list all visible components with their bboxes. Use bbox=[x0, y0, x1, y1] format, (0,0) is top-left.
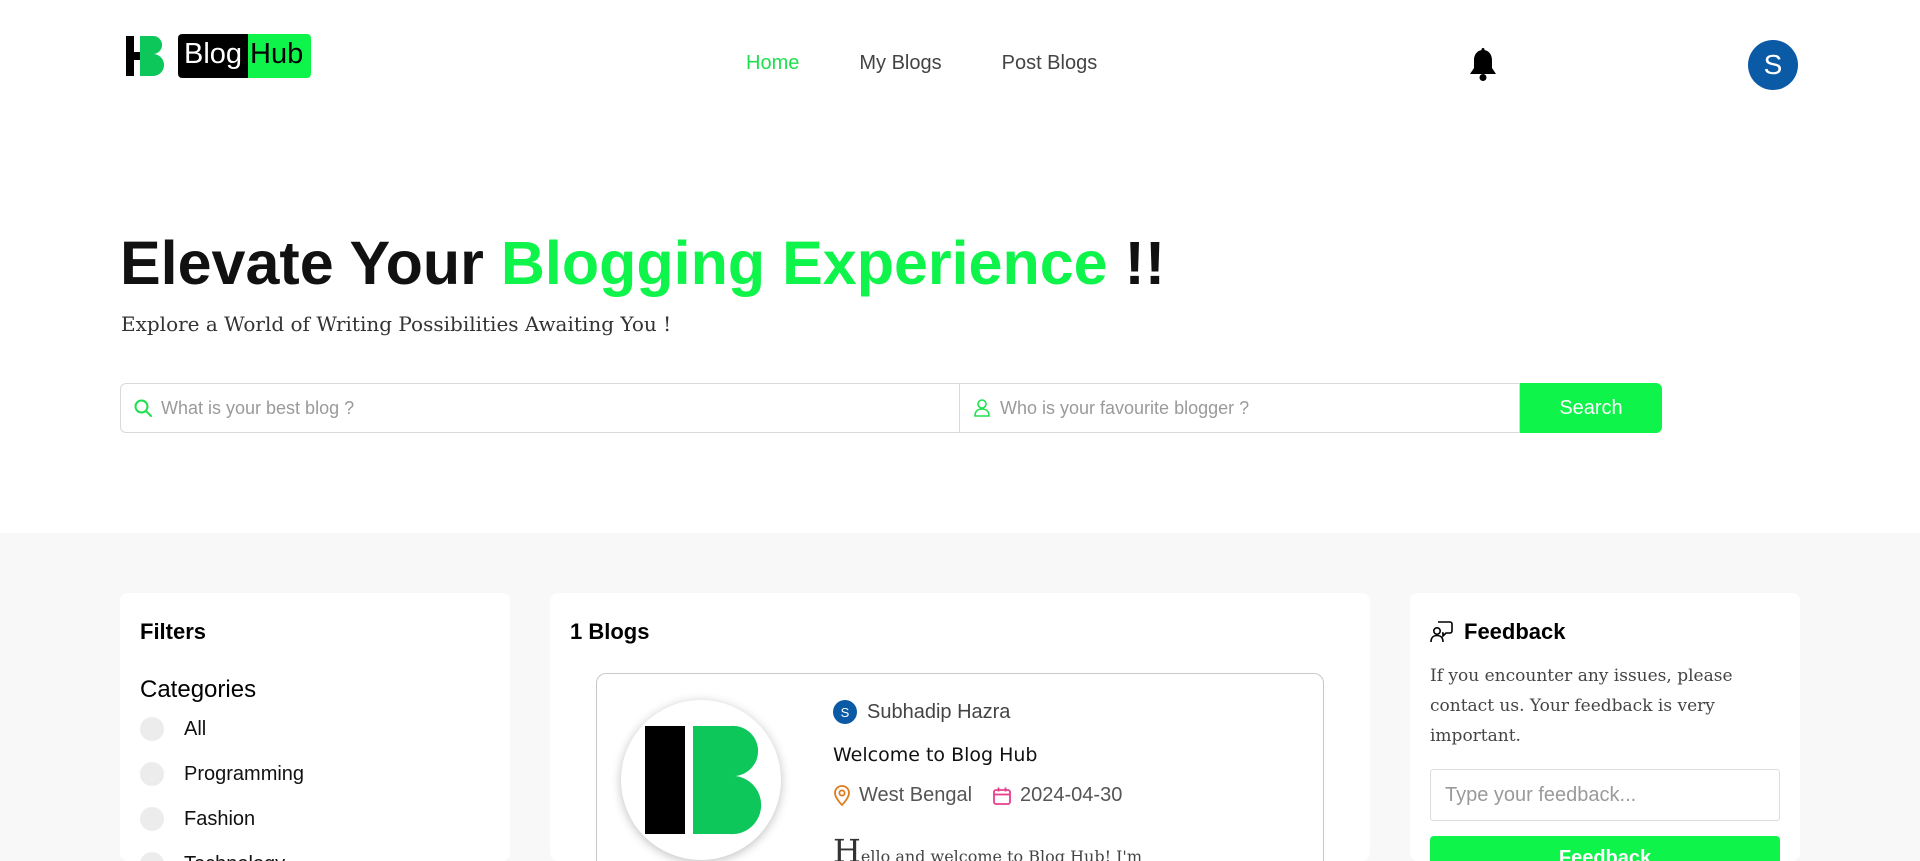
search-icon bbox=[133, 398, 153, 418]
category-radio[interactable] bbox=[140, 852, 164, 861]
blog-card[interactable]: S Subhadip Hazra Welcome to Blog Hub Wes… bbox=[596, 673, 1324, 861]
blog-search-input[interactable] bbox=[121, 384, 959, 432]
excerpt-text: ello and welcome to Blog Hub! I'm bbox=[860, 847, 1142, 861]
nav-post-blogs[interactable]: Post Blogs bbox=[1002, 52, 1098, 75]
search-button[interactable]: Search bbox=[1520, 383, 1662, 433]
category-label: All bbox=[184, 717, 207, 740]
category-label: Fashion bbox=[184, 807, 256, 830]
blogs-count: 1 Blogs bbox=[570, 619, 650, 644]
blog-title[interactable]: Welcome to Blog Hub bbox=[833, 744, 1038, 766]
blog-thumbnail bbox=[621, 700, 781, 860]
blog-excerpt: Hello and welcome to Blog Hub! I'm bbox=[833, 832, 1243, 861]
logo-hb-icon bbox=[126, 34, 165, 78]
blogs-panel: 1 Blogs S Subhadip Hazra Welcome to Blog… bbox=[550, 593, 1370, 861]
date-text: 2024-04-30 bbox=[1020, 784, 1123, 806]
user-avatar[interactable]: S bbox=[1748, 40, 1798, 90]
brand-logo[interactable]: Blog Hub bbox=[126, 34, 312, 78]
feedback-header: Feedback bbox=[1430, 619, 1566, 645]
category-radio[interactable] bbox=[140, 717, 164, 741]
brand-name: Blog Hub bbox=[178, 34, 312, 78]
category-option-fashion[interactable]: Fashion bbox=[140, 807, 255, 831]
category-option-technology[interactable]: Technology bbox=[140, 852, 285, 861]
feedback-input[interactable] bbox=[1430, 769, 1780, 821]
blog-meta: West Bengal 2024-04-30 bbox=[833, 784, 1142, 807]
hero-title-accent: Blogging Experience bbox=[500, 229, 1108, 297]
blog-date: 2024-04-30 bbox=[992, 784, 1122, 807]
author-avatar: S bbox=[833, 700, 857, 724]
user-icon bbox=[972, 398, 992, 418]
categories-label: Categories bbox=[140, 676, 257, 703]
blog-location: West Bengal bbox=[833, 784, 972, 807]
brand-name-part1: Blog bbox=[178, 34, 249, 78]
author-name: Subhadip Hazra bbox=[867, 700, 1011, 723]
category-radio[interactable] bbox=[140, 762, 164, 786]
blogger-search-field bbox=[960, 383, 1520, 433]
hero-title: Elevate Your Blogging Experience !! bbox=[120, 228, 1165, 298]
brand-name-part2: Hub bbox=[248, 34, 312, 78]
location-text: West Bengal bbox=[859, 784, 973, 806]
top-navbar: Blog Hub Home My Blogs Post Blogs S bbox=[0, 0, 1920, 130]
feedback-description: If you encounter any issues, please cont… bbox=[1430, 666, 1733, 746]
category-label: Technology bbox=[184, 853, 285, 861]
nav-my-blogs[interactable]: My Blogs bbox=[859, 52, 941, 75]
main-nav: Home My Blogs Post Blogs bbox=[746, 52, 1097, 75]
category-option-programming[interactable]: Programming bbox=[140, 762, 304, 786]
excerpt-dropcap: H bbox=[833, 832, 861, 861]
feedback-title: Feedback bbox=[1464, 619, 1566, 644]
hero-title-end: !! bbox=[1107, 229, 1166, 297]
calendar-icon bbox=[993, 787, 1011, 805]
feedback-submit-button[interactable]: Feedback bbox=[1430, 836, 1780, 861]
logo-hb-icon bbox=[645, 725, 762, 835]
filters-title: Filters bbox=[140, 619, 207, 644]
blogger-search-input[interactable] bbox=[960, 384, 1519, 432]
filters-panel: Filters Categories All Programming Fashi… bbox=[120, 593, 510, 861]
category-option-all[interactable]: All bbox=[140, 717, 206, 741]
hero-subtitle: Explore a World of Writing Possibilities… bbox=[121, 312, 672, 336]
category-label: Programming bbox=[184, 762, 305, 785]
search-bar: Search bbox=[120, 383, 1662, 433]
location-icon bbox=[834, 784, 850, 806]
category-radio[interactable] bbox=[140, 807, 164, 831]
blog-search-field bbox=[120, 383, 960, 433]
bell-icon[interactable] bbox=[1468, 48, 1498, 82]
feedback-icon bbox=[1430, 621, 1453, 643]
nav-home[interactable]: Home bbox=[746, 52, 799, 75]
blog-author[interactable]: S Subhadip Hazra bbox=[833, 700, 1010, 724]
feedback-panel: Feedback If you encounter any issues, pl… bbox=[1410, 593, 1800, 861]
hero-title-start: Elevate Your bbox=[120, 229, 501, 297]
